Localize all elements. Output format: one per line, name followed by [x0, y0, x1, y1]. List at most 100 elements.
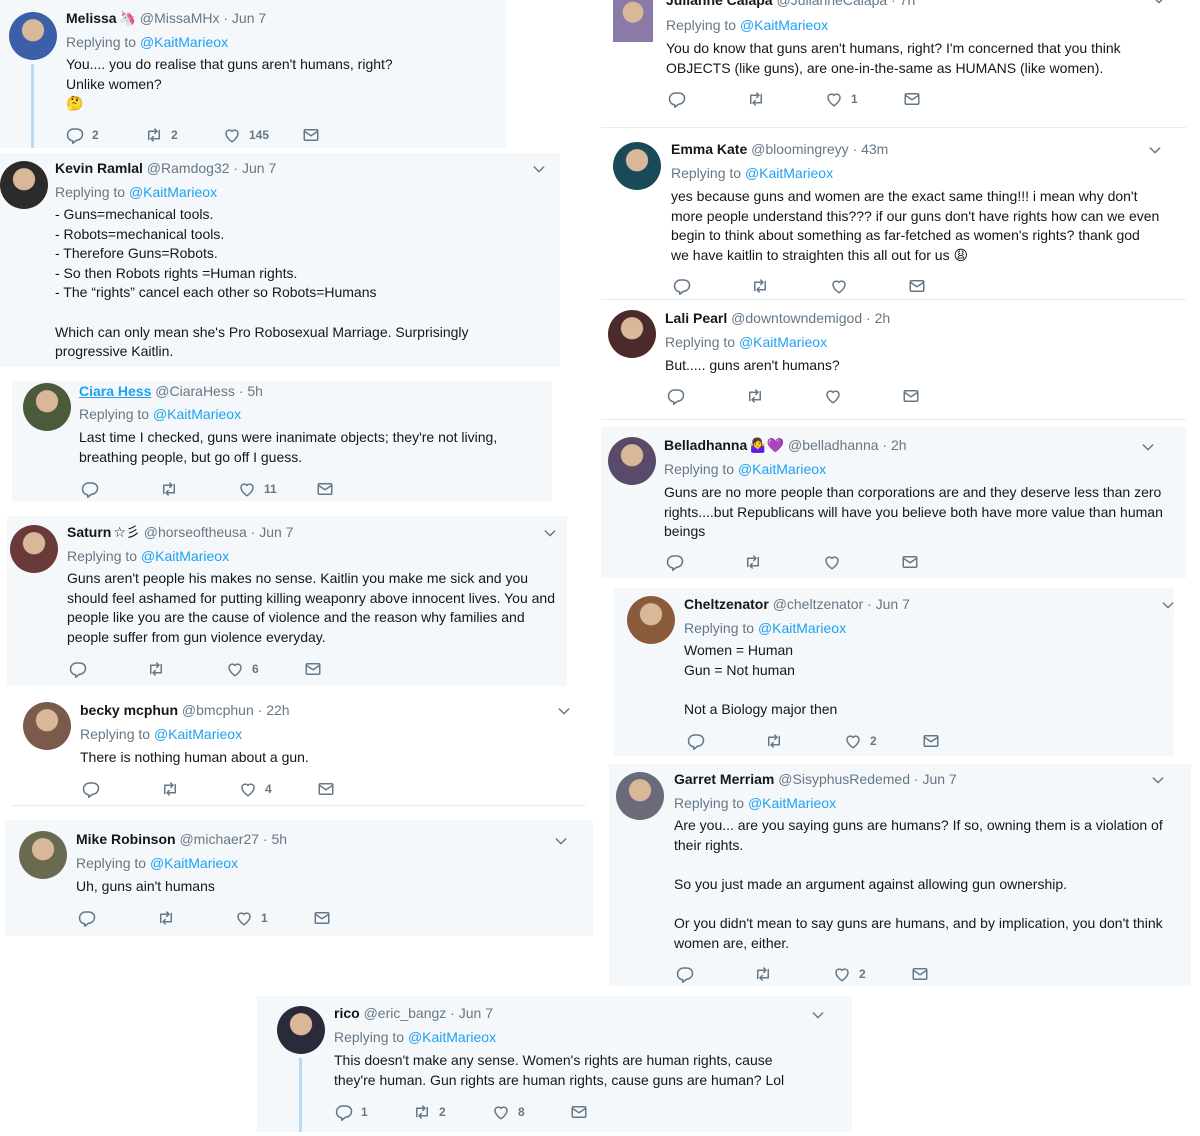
reply-button[interactable]	[69, 659, 87, 679]
retweet-button[interactable]	[751, 276, 769, 296]
reply-button[interactable]	[82, 779, 100, 799]
mention-link[interactable]: @KaitMarieox	[140, 34, 228, 50]
mention-link[interactable]: @KaitMarieox	[745, 165, 833, 181]
display-name[interactable]: Mike Robinson	[76, 831, 176, 847]
reply-button[interactable]: 2	[66, 125, 99, 145]
like-button[interactable]: 4	[239, 779, 272, 799]
timestamp[interactable]: 22h	[266, 702, 289, 718]
chevron-down-icon[interactable]	[1140, 439, 1156, 455]
timestamp[interactable]: 7h	[900, 0, 916, 8]
tweet-saturn[interactable]: Saturn ☆彡 @horseoftheusa · Jun 7 Replying…	[7, 516, 567, 686]
chevron-down-icon[interactable]	[1147, 142, 1163, 158]
retweet-button[interactable]	[160, 479, 178, 499]
tweet-emma-kate[interactable]: Emma Kate @bloomingreyy · 43m Replying t…	[601, 130, 1186, 300]
dm-button[interactable]	[313, 908, 331, 928]
timestamp[interactable]: 5h	[247, 383, 263, 399]
display-name[interactable]: Melissa	[66, 10, 117, 26]
display-name[interactable]: Belladhanna	[664, 437, 747, 453]
avatar[interactable]	[10, 525, 58, 573]
dm-button[interactable]	[901, 552, 919, 572]
tweet-belladhanna[interactable]: Belladhanna 🤷‍♀️💜 @belladhanna · 2h Reply…	[601, 427, 1186, 578]
tweet-julianne-calapa[interactable]: Julianne Calapa @JulianneCalapa · 7h Rep…	[601, 0, 1186, 128]
reply-button[interactable]	[676, 964, 694, 984]
reply-button[interactable]	[667, 386, 685, 406]
user-handle[interactable]: @CiaraHess	[155, 383, 235, 399]
reply-button[interactable]	[687, 731, 705, 751]
retweet-button[interactable]	[161, 779, 179, 799]
dm-button[interactable]	[304, 659, 322, 679]
avatar[interactable]	[19, 831, 67, 879]
display-name[interactable]: Julianne Calapa	[666, 0, 773, 8]
tweet-ciara-hess[interactable]: Ciara Hess @CiaraHess · 5h Replying to @…	[12, 381, 552, 501]
reply-button[interactable]	[81, 479, 99, 499]
reply-button[interactable]: 1	[335, 1102, 368, 1122]
like-button[interactable]: 2	[844, 731, 877, 751]
retweet-button[interactable]	[157, 908, 175, 928]
display-name[interactable]: Garret Merriam	[674, 771, 774, 787]
mention-link[interactable]: @KaitMarieox	[748, 795, 836, 811]
mention-link[interactable]: @KaitMarieox	[154, 726, 242, 742]
mention-link[interactable]: @KaitMarieox	[141, 548, 229, 564]
user-handle[interactable]: @bloomingreyy	[751, 141, 848, 157]
retweet-button[interactable]	[147, 659, 165, 679]
tweet-rico[interactable]: rico @eric_bangz · Jun 7 Replying to @Ka…	[257, 996, 852, 1132]
dm-button[interactable]	[570, 1102, 588, 1122]
timestamp[interactable]: 2h	[891, 437, 907, 453]
avatar[interactable]	[613, 0, 653, 42]
avatar[interactable]	[0, 161, 48, 209]
avatar[interactable]	[9, 12, 57, 60]
timestamp[interactable]: Jun 7	[242, 160, 276, 176]
display-name[interactable]: Emma Kate	[671, 141, 747, 157]
avatar[interactable]	[23, 383, 71, 431]
user-handle[interactable]: @Ramdog32	[147, 160, 230, 176]
reply-button[interactable]	[666, 552, 684, 572]
retweet-button[interactable]	[744, 552, 762, 572]
like-button[interactable]	[830, 276, 848, 296]
dm-button[interactable]	[922, 731, 940, 751]
avatar[interactable]	[608, 310, 656, 358]
avatar[interactable]	[277, 1006, 325, 1054]
like-button[interactable]: 145	[223, 125, 269, 145]
tweet-kevin-ramlal[interactable]: Kevin Ramlal @Ramdog32 · Jun 7 Replying …	[0, 153, 560, 367]
like-button[interactable]: 2	[833, 964, 866, 984]
dm-button[interactable]	[908, 276, 926, 296]
mention-link[interactable]: @KaitMarieox	[758, 620, 846, 636]
like-button[interactable]: 1	[235, 908, 268, 928]
display-name[interactable]: Cheltzenator	[684, 596, 769, 612]
avatar[interactable]	[616, 772, 664, 820]
chevron-down-icon[interactable]	[556, 703, 572, 719]
chevron-down-icon[interactable]	[542, 525, 558, 541]
display-name[interactable]: Kevin Ramlal	[55, 160, 143, 176]
reply-button[interactable]	[668, 89, 686, 109]
like-button[interactable]: 11	[238, 479, 277, 499]
reply-button[interactable]	[673, 276, 691, 296]
retweet-button[interactable]	[747, 89, 765, 109]
user-handle[interactable]: @MissaMHx	[140, 10, 220, 26]
timestamp[interactable]: Jun 7	[232, 10, 266, 26]
avatar[interactable]	[613, 142, 661, 190]
timestamp[interactable]: Jun 7	[922, 771, 956, 787]
user-handle[interactable]: @eric_bangz	[364, 1005, 447, 1021]
dm-button[interactable]	[316, 479, 334, 499]
tweet-garret-merriam[interactable]: Garret Merriam @SisyphusRedemed · Jun 7 …	[609, 764, 1191, 986]
chevron-down-icon[interactable]	[1151, 0, 1167, 8]
like-button[interactable]: 6	[226, 659, 259, 679]
mention-link[interactable]: @KaitMarieox	[739, 334, 827, 350]
tweet-melissa[interactable]: Melissa 🦄 @MissaMHx · Jun 7 Replying to @…	[0, 0, 506, 148]
mention-link[interactable]: @KaitMarieox	[738, 461, 826, 477]
chevron-down-icon[interactable]	[531, 161, 547, 177]
retweet-button[interactable]: 2	[413, 1102, 446, 1122]
display-name[interactable]: Lali Pearl	[665, 310, 727, 326]
user-handle[interactable]: @bmcphun	[182, 702, 254, 718]
like-button[interactable]	[823, 552, 841, 572]
like-button[interactable]: 1	[825, 89, 858, 109]
retweet-button[interactable]	[765, 731, 783, 751]
like-button[interactable]	[824, 386, 842, 406]
display-name[interactable]: Ciara Hess	[79, 383, 151, 399]
chevron-down-icon[interactable]	[810, 1007, 826, 1023]
tweet-becky-mcphun[interactable]: becky mcphun @bmcphun · 22h Replying to …	[12, 692, 586, 806]
mention-link[interactable]: @KaitMarieox	[129, 184, 217, 200]
tweet-mike-robinson[interactable]: Mike Robinson @michaer27 · 5h Replying t…	[5, 820, 593, 936]
timestamp[interactable]: 2h	[875, 310, 891, 326]
reply-button[interactable]	[78, 908, 96, 928]
